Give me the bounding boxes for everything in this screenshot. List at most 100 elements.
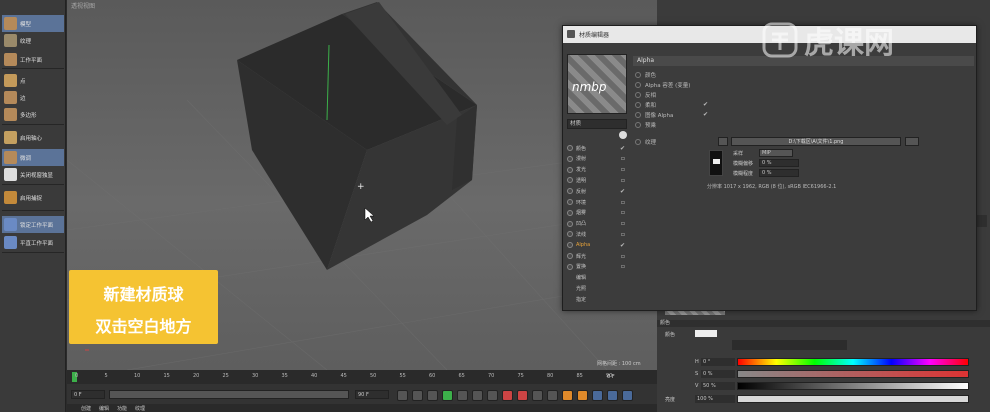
- first-frame-icon[interactable]: [397, 390, 408, 401]
- channel-13[interactable]: 光照: [567, 283, 625, 293]
- toolbar-button-8[interactable]: 关闭视窗独显: [2, 166, 64, 183]
- channel-toggle-icon[interactable]: [567, 209, 573, 216]
- material-name-field[interactable]: 材质: [567, 119, 627, 129]
- toolbar-button-7[interactable]: 微调: [2, 149, 64, 166]
- s-field[interactable]: 0 %: [701, 370, 735, 378]
- channel-checkbox[interactable]: ▫: [621, 231, 625, 238]
- channel-checkbox[interactable]: ✔: [620, 188, 625, 195]
- channel-6[interactable]: 烟雾 ▫: [567, 208, 625, 218]
- toolbar-button-6[interactable]: 启用轴心: [2, 129, 64, 146]
- toolbar-button-2[interactable]: 工作平面: [2, 51, 64, 68]
- record-icon[interactable]: [502, 390, 513, 401]
- prev-frame-icon[interactable]: [427, 390, 438, 401]
- channel-11[interactable]: 置换 ▫: [567, 262, 625, 272]
- channel-toggle-icon[interactable]: [567, 220, 573, 227]
- alpha-prop-3[interactable]: 柔和 ✔: [635, 100, 708, 109]
- channel-toggle-icon[interactable]: [567, 145, 573, 151]
- last-frame-icon[interactable]: [487, 390, 498, 401]
- channel-checkbox[interactable]: ▫: [621, 166, 625, 173]
- channel-4[interactable]: 反射 ✔: [567, 186, 625, 196]
- timeline-ruler[interactable]: 0 5 10 15 20 25 30 35 40 45 50 55 60 65 70 75 80 85 90: [67, 370, 657, 384]
- channel-0[interactable]: 颜色 ✔: [567, 143, 625, 153]
- prop-anim-dot-icon[interactable]: [635, 121, 641, 128]
- sampling-select[interactable]: MIP: [759, 149, 793, 157]
- channel-checkbox[interactable]: ✔: [620, 145, 625, 152]
- frame-start-field[interactable]: 0 F: [71, 390, 105, 399]
- channel-toggle-icon[interactable]: [567, 166, 573, 173]
- v-field[interactable]: 50 %: [701, 382, 735, 390]
- value-slider[interactable]: [737, 382, 969, 390]
- blur-offset-field[interactable]: 0 %: [759, 159, 799, 167]
- bottom-menu-item[interactable]: 编辑: [99, 405, 109, 412]
- next-frame-icon[interactable]: [457, 390, 468, 401]
- rot-key-icon[interactable]: [577, 390, 588, 401]
- material-editor-window[interactable]: 材质编辑器 nmbp 材质 Alpha 纹理 D:\下载区\A\文件\1.png…: [562, 25, 977, 311]
- channel-1[interactable]: 漫射 ▫: [567, 154, 625, 164]
- alpha-prop-4[interactable]: 图像 Alpha ✔: [635, 110, 708, 119]
- prop-value[interactable]: ✔: [703, 101, 708, 108]
- toolbar-button-3[interactable]: 点: [2, 72, 64, 89]
- color-swatch[interactable]: [695, 330, 717, 337]
- prop-value[interactable]: ✔: [703, 111, 708, 118]
- channel-checkbox[interactable]: ▫: [621, 209, 625, 216]
- channel-checkbox[interactable]: ▫: [621, 155, 625, 162]
- channel-toggle-icon[interactable]: [567, 177, 573, 184]
- scale-key-icon[interactable]: [592, 390, 603, 401]
- bottom-menu-item[interactable]: 功能: [117, 405, 127, 412]
- channel-checkbox[interactable]: ▫: [621, 177, 625, 184]
- auto-key-icon[interactable]: [517, 390, 528, 401]
- frame-end-field[interactable]: 90 F: [355, 390, 389, 399]
- color-mode-buttons[interactable]: [732, 340, 847, 350]
- brightness-slider[interactable]: [737, 395, 969, 403]
- channel-8[interactable]: 法线 ▫: [567, 229, 625, 239]
- texture-row[interactable]: 纹理: [635, 137, 656, 146]
- channel-checkbox[interactable]: ▫: [621, 253, 625, 260]
- toolbar-button-10[interactable]: 锁定工作平面: [2, 216, 64, 233]
- key-select-icon[interactable]: [532, 390, 543, 401]
- channel-toggle-icon[interactable]: [567, 199, 573, 205]
- next-key-icon[interactable]: [472, 390, 483, 401]
- channel-5[interactable]: 环境 ▫: [567, 197, 625, 207]
- toolbar-button-4[interactable]: 边: [2, 89, 64, 106]
- channel-checkbox[interactable]: ▫: [621, 199, 625, 206]
- channel-checkbox[interactable]: ▫: [621, 220, 625, 227]
- frame-range-bar[interactable]: [109, 390, 349, 399]
- pos-key-icon[interactable]: [562, 390, 573, 401]
- channel-10[interactable]: 辉光 ▫: [567, 251, 625, 261]
- channel-toggle-icon[interactable]: [567, 242, 573, 249]
- toolbar-button-5[interactable]: 多边形: [2, 106, 64, 123]
- alpha-prop-1[interactable]: Alpha 容差 (变量): [635, 80, 690, 89]
- toolbar-button-0[interactable]: 模型: [2, 15, 64, 32]
- hue-slider[interactable]: [737, 358, 969, 366]
- texture-path-field[interactable]: D:\下载区\A\文件\1.png: [731, 137, 901, 146]
- play-icon[interactable]: [442, 390, 453, 401]
- toolbar-button-1[interactable]: 纹理: [2, 32, 64, 49]
- saturation-slider[interactable]: [737, 370, 969, 378]
- toolbar-button-9[interactable]: 启用捕捉: [2, 189, 64, 206]
- channel-7[interactable]: 凹凸 ▫: [567, 219, 625, 229]
- channel-2[interactable]: 发光 ▫: [567, 165, 625, 175]
- prev-key-icon[interactable]: [412, 390, 423, 401]
- alpha-prop-2[interactable]: 反相: [635, 90, 656, 99]
- channel-3[interactable]: 透明 ▫: [567, 175, 625, 185]
- key-options-icon[interactable]: [547, 390, 558, 401]
- texture-menu-button[interactable]: [718, 137, 728, 146]
- prop-anim-dot-icon[interactable]: [635, 101, 641, 108]
- channel-checkbox[interactable]: ▫: [621, 263, 625, 270]
- toolbar-button-11[interactable]: 平直工作平面: [2, 234, 64, 251]
- channel-9[interactable]: Alpha ✔: [567, 240, 625, 250]
- channel-toggle-icon[interactable]: [567, 155, 573, 162]
- channel-toggle-icon[interactable]: [567, 188, 573, 195]
- prop-anim-dot-icon[interactable]: [635, 71, 641, 78]
- texture-browse-button[interactable]: [905, 137, 919, 146]
- bottom-menu-item[interactable]: 纹理: [135, 405, 145, 412]
- param-key-icon[interactable]: [607, 390, 618, 401]
- material-options-icon[interactable]: [619, 131, 627, 139]
- channel-toggle-icon[interactable]: [567, 231, 573, 238]
- bottom-menu-item[interactable]: 创建: [81, 405, 91, 412]
- prop-anim-dot-icon[interactable]: [635, 91, 641, 98]
- channel-14[interactable]: 指定: [567, 294, 625, 304]
- channel-12[interactable]: 编辑: [567, 273, 625, 283]
- timeline[interactable]: 0 5 10 15 20 25 30 35 40 45 50 55 60 65 70 75 80 85 90 0 F…: [67, 370, 657, 412]
- channel-toggle-icon[interactable]: [567, 253, 573, 259]
